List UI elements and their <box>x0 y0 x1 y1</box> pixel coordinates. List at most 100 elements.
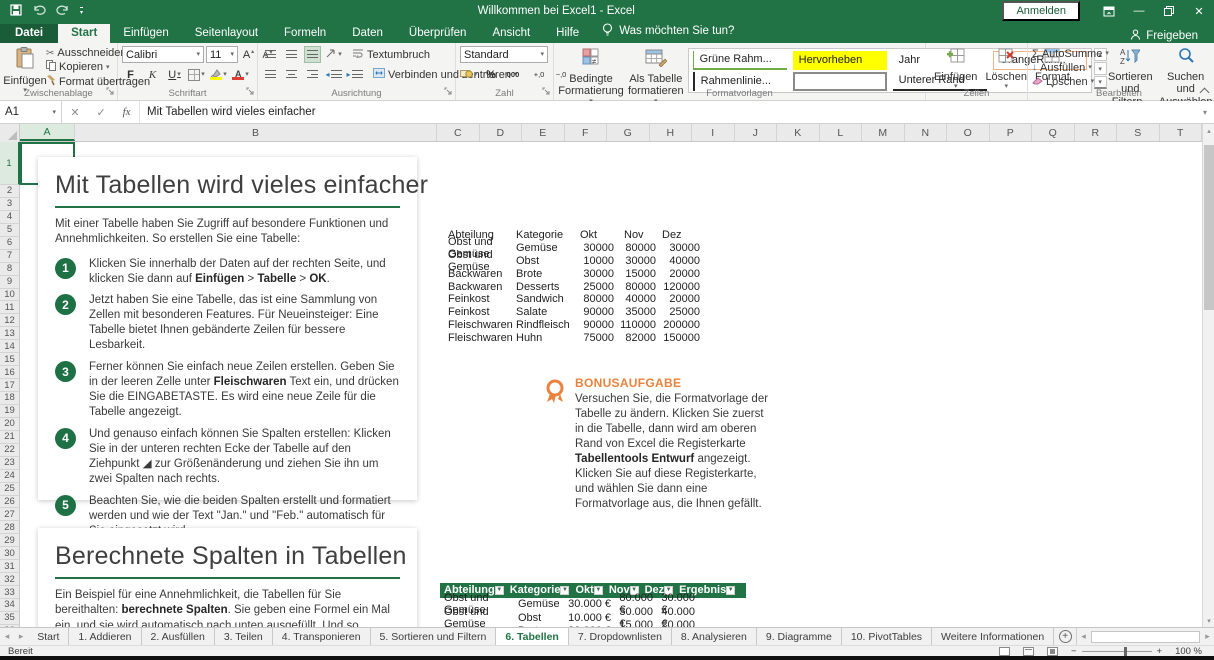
column-header[interactable]: A <box>20 124 75 141</box>
filter-dropdown-icon[interactable]: ▼ <box>560 586 569 595</box>
ribbon-tab[interactable]: Überprüfen <box>396 24 480 43</box>
filter-dropdown-icon[interactable]: ▼ <box>594 586 603 595</box>
table1-row[interactable]: Fleischwaren Rindfleisch 90000 110000 20… <box>440 319 700 332</box>
table1-header[interactable]: Nov <box>614 229 656 241</box>
column-header[interactable]: M <box>862 124 905 141</box>
sheet-tab[interactable]: 4. Transponieren <box>273 628 371 645</box>
borders-button[interactable]: ▾ <box>188 66 205 83</box>
row-header[interactable]: 26 <box>0 496 19 509</box>
column-header[interactable]: D <box>480 124 523 141</box>
column-header[interactable]: B <box>75 124 437 141</box>
sheet-tab[interactable]: 1. Addieren <box>69 628 141 645</box>
column-header[interactable]: N <box>905 124 948 141</box>
align-left-button[interactable] <box>262 66 279 83</box>
column-header[interactable]: H <box>650 124 693 141</box>
font-color-button[interactable]: A▾ <box>232 66 249 83</box>
zoom-slider[interactable]: − + <box>1071 646 1162 657</box>
normal-view-icon[interactable] <box>999 647 1010 656</box>
table1-row[interactable]: Feinkost Salate 90000 35000 25000 <box>440 306 700 319</box>
align-center-button[interactable] <box>283 66 300 83</box>
page-break-view-icon[interactable] <box>1047 647 1058 656</box>
redo-icon[interactable] <box>56 4 70 18</box>
cell-style-item[interactable]: Grüne Rahm... <box>693 51 787 70</box>
sheet-tab[interactable]: Start <box>28 628 69 645</box>
sheet-tab[interactable]: Weitere Informationen <box>932 628 1054 645</box>
name-box[interactable]: A1▾ <box>0 101 62 123</box>
ribbon-tab[interactable]: Hilfe <box>543 24 592 43</box>
row-header[interactable]: 19 <box>0 405 19 418</box>
horizontal-scrollbar[interactable]: ◂ ▸ <box>1076 628 1214 645</box>
insert-cells-button[interactable]: Einfügen ▾ <box>930 46 981 91</box>
vertical-scroll-thumb[interactable] <box>1204 145 1214 310</box>
column-header[interactable]: L <box>820 124 863 141</box>
column-header[interactable]: S <box>1117 124 1160 141</box>
row-header[interactable]: 33 <box>0 586 19 599</box>
row-header[interactable]: 14 <box>0 340 19 353</box>
cell-style-item[interactable]: Hervorheben <box>793 51 887 70</box>
row-header[interactable]: 2 <box>0 185 19 198</box>
hscroll-left-icon[interactable]: ◂ <box>1077 631 1090 642</box>
row-header[interactable]: 18 <box>0 392 19 405</box>
column-header[interactable]: J <box>735 124 778 141</box>
clipboard-dialog-launcher-icon[interactable] <box>106 84 114 98</box>
insert-function-icon[interactable]: fx <box>123 106 131 118</box>
number-format-select[interactable]: Standard▾ <box>460 46 548 63</box>
tell-me-box[interactable]: Was möchten Sie tun? <box>592 20 744 43</box>
row-header[interactable]: 27 <box>0 508 19 521</box>
row-header[interactable]: 17 <box>0 379 19 392</box>
share-button[interactable]: Freigeben <box>1130 29 1214 43</box>
autosum-button[interactable]: ΣAutoSumme▾ <box>1032 47 1104 60</box>
file-tab[interactable]: Datei <box>0 24 58 43</box>
sheet-tab[interactable]: 2. Ausfüllen <box>142 628 215 645</box>
table1-row[interactable]: Fleischwaren Huhn 75000 82000 150000 <box>440 331 700 344</box>
zoom-level[interactable]: 100 % <box>1175 646 1202 657</box>
delete-cells-button[interactable]: Löschen ▾ <box>981 46 1031 91</box>
grow-font-button[interactable]: A▴ <box>240 46 257 63</box>
row-header[interactable]: 10 <box>0 289 19 302</box>
new-sheet-button[interactable]: + <box>1054 628 1076 645</box>
column-header[interactable]: O <box>947 124 990 141</box>
prev-sheet-icon[interactable]: ◂ <box>0 628 14 645</box>
row-header[interactable]: 13 <box>0 327 19 340</box>
column-header[interactable]: Q <box>1032 124 1075 141</box>
table1-header[interactable]: Okt <box>568 229 614 241</box>
select-all-corner[interactable] <box>0 124 20 142</box>
row-header[interactable]: 11 <box>0 301 19 314</box>
zoom-out-icon[interactable]: − <box>1071 646 1077 657</box>
column-header[interactable]: F <box>565 124 608 141</box>
row-header[interactable]: 35 <box>0 612 19 625</box>
horizontal-scroll-thumb[interactable] <box>1091 631 1200 643</box>
row-header[interactable]: 16 <box>0 366 19 379</box>
font-dialog-launcher-icon[interactable] <box>246 84 254 98</box>
table1-row[interactable]: Backwaren Desserts 25000 80000 120000 <box>440 280 700 293</box>
percent-style-button[interactable]: % <box>483 66 500 83</box>
page-layout-view-icon[interactable] <box>1023 647 1034 656</box>
row-header[interactable]: 20 <box>0 418 19 431</box>
ribbon-tab[interactable]: Seitenlayout <box>182 24 271 43</box>
number-dialog-launcher-icon[interactable] <box>542 84 550 98</box>
table2-row[interactable]: Obst und Gemüse Obst 10.000 € 30.000 € 4… <box>440 611 746 625</box>
table1-row[interactable]: Feinkost Sandwich 80000 40000 20000 <box>440 293 700 306</box>
cancel-icon[interactable]: ✕ <box>70 106 79 119</box>
zoom-in-icon[interactable]: + <box>1157 646 1163 657</box>
next-sheet-icon[interactable]: ▸ <box>14 628 28 645</box>
column-header[interactable]: C <box>437 124 480 141</box>
hscroll-right-icon[interactable]: ▸ <box>1201 631 1214 642</box>
row-header[interactable]: 25 <box>0 483 19 496</box>
column-header[interactable]: P <box>990 124 1033 141</box>
alignment-dialog-launcher-icon[interactable] <box>444 84 452 98</box>
wrap-text-button[interactable]: Textumbruch <box>352 48 430 62</box>
customize-qat-icon[interactable]: ▾ <box>80 7 83 16</box>
filter-dropdown-icon[interactable]: ▼ <box>726 586 735 595</box>
comma-style-button[interactable]: 000 <box>505 66 522 83</box>
italic-button[interactable]: K <box>144 66 161 83</box>
save-icon[interactable] <box>10 4 22 19</box>
row-header[interactable]: 22 <box>0 444 19 457</box>
sheet-tab[interactable]: 5. Sortieren und Filtern <box>371 628 497 645</box>
decrease-indent-button[interactable]: ◂ <box>325 66 342 83</box>
minimize-button[interactable]: — <box>1124 0 1154 22</box>
row-header[interactable]: 12 <box>0 314 19 327</box>
row-header[interactable]: 23 <box>0 457 19 470</box>
row-header[interactable]: 32 <box>0 573 19 586</box>
row-header[interactable]: 29 <box>0 534 19 547</box>
